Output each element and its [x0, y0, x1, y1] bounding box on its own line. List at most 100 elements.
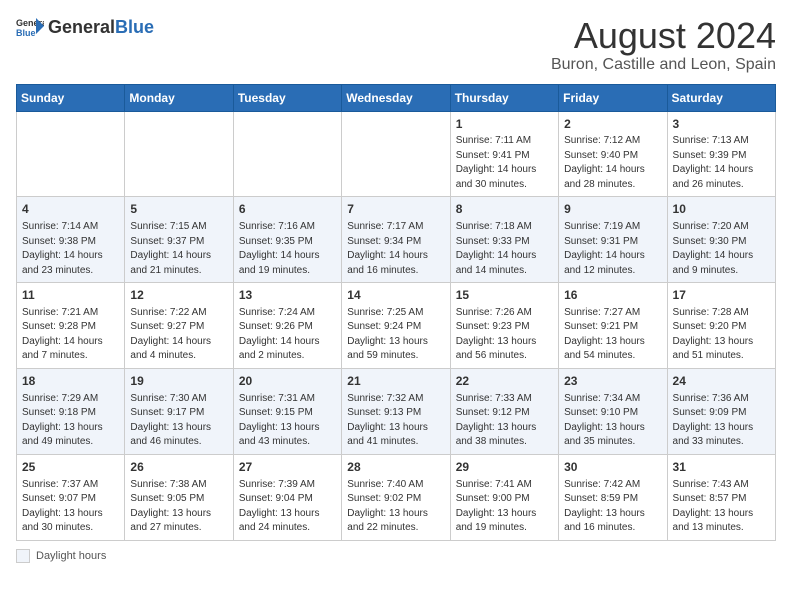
cell-info: Sunrise: 7:22 AM Sunset: 9:27 PM Dayligh…: [130, 306, 227, 364]
cell-info: Sunrise: 7:20 AM Sunset: 9:30 PM Dayligh…: [673, 220, 770, 278]
day-header-monday: Monday: [125, 84, 233, 111]
calendar-cell: 30 Sunrise: 7:42 AM Sunset: 8:59 PM Dayli…: [559, 454, 667, 540]
day-number: 6: [239, 201, 336, 218]
cell-info: Sunrise: 7:13 AM Sunset: 9:39 PM Dayligh…: [673, 134, 770, 192]
cell-info: Sunrise: 7:42 AM Sunset: 8:59 PM Dayligh…: [564, 478, 661, 536]
day-number: 4: [22, 201, 119, 218]
day-number: 1: [456, 116, 553, 133]
day-header-saturday: Saturday: [667, 84, 775, 111]
calendar-cell: [342, 111, 450, 197]
day-number: 14: [347, 287, 444, 304]
calendar-cell: 4 Sunrise: 7:14 AM Sunset: 9:38 PM Daylig…: [17, 197, 125, 283]
calendar-cell: 16 Sunrise: 7:27 AM Sunset: 9:21 PM Dayli…: [559, 283, 667, 369]
day-header-sunday: Sunday: [17, 84, 125, 111]
calendar-cell: 3Sunrise: 7:13 AM Sunset: 9:39 PM Daylig…: [667, 111, 775, 197]
calendar-cell: 18Sunrise: 7:29 AM Sunset: 9:18 PM Dayli…: [17, 368, 125, 454]
cell-info: Sunrise: 7:18 AM Sunset: 9:33 PM Dayligh…: [456, 220, 553, 278]
day-header-thursday: Thursday: [450, 84, 558, 111]
day-number: 23: [564, 373, 661, 390]
calendar-cell: 8Sunrise: 7:18 AM Sunset: 9:33 PM Daylig…: [450, 197, 558, 283]
cell-info: Sunrise: 7:30 AM Sunset: 9:17 PM Dayligh…: [130, 392, 227, 450]
calendar-cell: 17Sunrise: 7:28 AM Sunset: 9:20 PM Dayli…: [667, 283, 775, 369]
calendar-header: SundayMondayTuesdayWednesdayThursdayFrid…: [17, 84, 776, 111]
calendar-cell: 28 Sunrise: 7:40 AM Sunset: 9:02 PM Dayli…: [342, 454, 450, 540]
day-number: 13: [239, 287, 336, 304]
cell-info: Sunrise: 7:34 AM Sunset: 9:10 PM Dayligh…: [564, 392, 661, 450]
calendar-cell: 20 Sunrise: 7:31 AM Sunset: 9:15 PM Dayli…: [233, 368, 341, 454]
day-number: 20: [239, 373, 336, 390]
day-number: 31: [673, 459, 770, 476]
logo-icon: General Blue: [16, 16, 44, 38]
day-number: 7: [347, 201, 444, 218]
logo: General Blue General Blue: [16, 16, 154, 38]
main-title: August 2024: [551, 16, 776, 56]
day-number: 18: [22, 373, 119, 390]
calendar-table: SundayMondayTuesdayWednesdayThursdayFrid…: [16, 84, 776, 541]
day-number: 17: [673, 287, 770, 304]
cell-info: Sunrise: 7:41 AM Sunset: 9:00 PM Dayligh…: [456, 478, 553, 536]
footer-note: Daylight hours: [16, 549, 776, 563]
cell-info: Sunrise: 7:27 AM Sunset: 9:21 PM Dayligh…: [564, 306, 661, 364]
cell-info: Sunrise: 7:38 AM Sunset: 9:05 PM Dayligh…: [130, 478, 227, 536]
day-number: 25: [22, 459, 119, 476]
cell-info: Sunrise: 7:26 AM Sunset: 9:23 PM Dayligh…: [456, 306, 553, 364]
calendar-cell: [125, 111, 233, 197]
day-number: 12: [130, 287, 227, 304]
calendar-cell: 22 Sunrise: 7:33 AM Sunset: 9:12 PM Dayli…: [450, 368, 558, 454]
calendar-cell: 13 Sunrise: 7:24 AM Sunset: 9:26 PM Dayli…: [233, 283, 341, 369]
cell-info: Sunrise: 7:16 AM Sunset: 9:35 PM Dayligh…: [239, 220, 336, 278]
week-row-0: 1Sunrise: 7:11 AM Sunset: 9:41 PM Daylig…: [17, 111, 776, 197]
cell-info: Sunrise: 7:40 AM Sunset: 9:02 PM Dayligh…: [347, 478, 444, 536]
week-row-1: 4 Sunrise: 7:14 AM Sunset: 9:38 PM Daylig…: [17, 197, 776, 283]
day-number: 10: [673, 201, 770, 218]
day-number: 15: [456, 287, 553, 304]
cell-info: Sunrise: 7:24 AM Sunset: 9:26 PM Dayligh…: [239, 306, 336, 364]
cell-info: Sunrise: 7:33 AM Sunset: 9:12 PM Dayligh…: [456, 392, 553, 450]
cell-info: Sunrise: 7:17 AM Sunset: 9:34 PM Dayligh…: [347, 220, 444, 278]
calendar-cell: [17, 111, 125, 197]
calendar-cell: 14 Sunrise: 7:25 AM Sunset: 9:24 PM Dayli…: [342, 283, 450, 369]
cell-info: Sunrise: 7:32 AM Sunset: 9:13 PM Dayligh…: [347, 392, 444, 450]
day-number: 28: [347, 459, 444, 476]
cell-info: Sunrise: 7:43 AM Sunset: 8:57 PM Dayligh…: [673, 478, 770, 536]
cell-info: Sunrise: 7:39 AM Sunset: 9:04 PM Dayligh…: [239, 478, 336, 536]
cell-info: Sunrise: 7:31 AM Sunset: 9:15 PM Dayligh…: [239, 392, 336, 450]
calendar-cell: 24 Sunrise: 7:36 AM Sunset: 9:09 PM Dayli…: [667, 368, 775, 454]
calendar-cell: 25 Sunrise: 7:37 AM Sunset: 9:07 PM Dayli…: [17, 454, 125, 540]
day-number: 24: [673, 373, 770, 390]
logo-blue-text: Blue: [115, 17, 154, 38]
calendar-cell: 7 Sunrise: 7:17 AM Sunset: 9:34 PM Daylig…: [342, 197, 450, 283]
cell-info: Sunrise: 7:19 AM Sunset: 9:31 PM Dayligh…: [564, 220, 661, 278]
day-header-wednesday: Wednesday: [342, 84, 450, 111]
week-row-3: 18Sunrise: 7:29 AM Sunset: 9:18 PM Dayli…: [17, 368, 776, 454]
calendar-cell: 9Sunrise: 7:19 AM Sunset: 9:31 PM Daylig…: [559, 197, 667, 283]
day-number: 21: [347, 373, 444, 390]
cell-info: Sunrise: 7:37 AM Sunset: 9:07 PM Dayligh…: [22, 478, 119, 536]
day-number: 30: [564, 459, 661, 476]
subtitle: Buron, Castille and Leon, Spain: [551, 56, 776, 74]
cell-info: Sunrise: 7:11 AM Sunset: 9:41 PM Dayligh…: [456, 134, 553, 192]
day-number: 29: [456, 459, 553, 476]
calendar-cell: 15 Sunrise: 7:26 AM Sunset: 9:23 PM Dayli…: [450, 283, 558, 369]
calendar-cell: 12 Sunrise: 7:22 AM Sunset: 9:27 PM Dayli…: [125, 283, 233, 369]
calendar-cell: 31 Sunrise: 7:43 AM Sunset: 8:57 PM Dayli…: [667, 454, 775, 540]
week-row-4: 25 Sunrise: 7:37 AM Sunset: 9:07 PM Dayli…: [17, 454, 776, 540]
day-number: 22: [456, 373, 553, 390]
cell-info: Sunrise: 7:14 AM Sunset: 9:38 PM Dayligh…: [22, 220, 119, 278]
calendar-cell: 19 Sunrise: 7:30 AM Sunset: 9:17 PM Dayli…: [125, 368, 233, 454]
logo-general-text: General: [48, 17, 115, 38]
calendar-cell: 23 Sunrise: 7:34 AM Sunset: 9:10 PM Dayli…: [559, 368, 667, 454]
cell-info: Sunrise: 7:21 AM Sunset: 9:28 PM Dayligh…: [22, 306, 119, 364]
calendar-cell: [233, 111, 341, 197]
day-number: 16: [564, 287, 661, 304]
cell-info: Sunrise: 7:25 AM Sunset: 9:24 PM Dayligh…: [347, 306, 444, 364]
day-header-tuesday: Tuesday: [233, 84, 341, 111]
cell-info: Sunrise: 7:36 AM Sunset: 9:09 PM Dayligh…: [673, 392, 770, 450]
daylight-box-icon: [16, 549, 30, 563]
header: General Blue General Blue August 2024 Bu…: [16, 16, 776, 74]
day-number: 2: [564, 116, 661, 133]
calendar-cell: 10 Sunrise: 7:20 AM Sunset: 9:30 PM Dayli…: [667, 197, 775, 283]
calendar-cell: 11Sunrise: 7:21 AM Sunset: 9:28 PM Dayli…: [17, 283, 125, 369]
day-number: 19: [130, 373, 227, 390]
svg-text:Blue: Blue: [16, 28, 36, 38]
